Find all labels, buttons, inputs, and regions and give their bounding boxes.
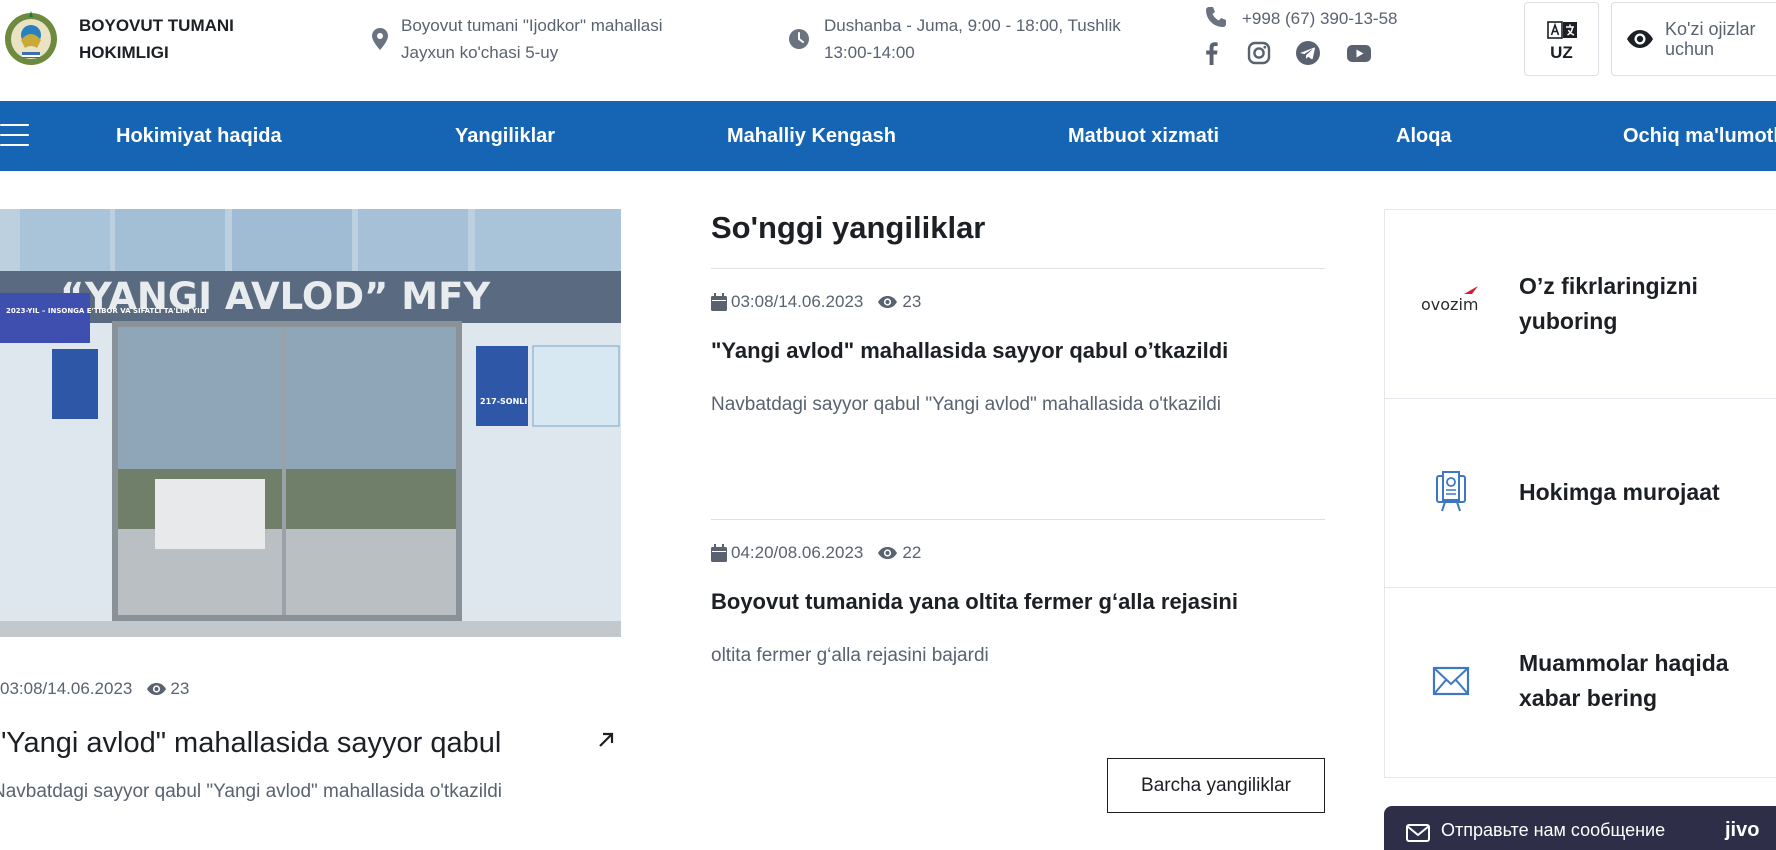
accessibility-label: Ko'zi ojizlar uchun — [1665, 19, 1756, 59]
organization-name: BOYOVUT TUMANI HOKIMLIGI — [79, 16, 234, 62]
news-meta: 03:08/14.06.2023 23 — [711, 292, 921, 312]
service-label: Muammolar haqida xabar bering — [1519, 650, 1729, 711]
news-description: Navbatdagi sayyor qabul "Yangi avlod" ma… — [711, 394, 1222, 415]
news-views: 23 — [902, 292, 922, 311]
plaque-text: 217-SONLI — [480, 397, 527, 406]
services-panel: ovozim O’z fikrlaringizni yuboring Hokim… — [1384, 209, 1776, 778]
eye-icon — [1627, 30, 1653, 48]
news-date: 03:08/14.06.2023 — [731, 292, 864, 311]
views-icon — [878, 296, 898, 308]
banner-text: 2023-YIL – INSONGA E'TIBOR VA SIFATLI TA… — [6, 307, 207, 315]
news-views: 22 — [902, 543, 922, 562]
news-date: 04:20/08.06.2023 — [731, 543, 864, 562]
news-title[interactable]: "Yangi avlod" mahallasida sayyor qabul o… — [711, 338, 1228, 364]
main-navigation: Hokimiyat haqida Yangiliklar Mahalliy Ke… — [0, 101, 1776, 171]
service-appeal-hokim[interactable]: Hokimga murojaat — [1385, 399, 1776, 588]
featured-news-title[interactable]: "Yangi avlod" mahallasida sayyor qabul — [0, 723, 556, 763]
arrow-up-right-icon[interactable] — [596, 730, 616, 750]
service-label: O’z fikrlaringizni yuboring — [1519, 273, 1698, 334]
address-text: Boyovut tumani "Ijodkor" mahallasi Jayxu… — [401, 16, 663, 62]
appeal-icon — [1436, 471, 1466, 512]
featured-news-image[interactable]: “YANGI AVLOD” MFY 2023-YIL – INSONGA E'T… — [0, 209, 621, 637]
news-title[interactable]: Boyovut tumanida yana oltita fermer g‘al… — [711, 589, 1238, 615]
nav-item-yangiliklar[interactable]: Yangiliklar — [455, 123, 555, 149]
chat-widget-label: Отправьте нам сообщение — [1441, 820, 1666, 840]
ovozim-logo: ovozim — [1421, 286, 1478, 314]
location-pin-icon — [372, 28, 388, 50]
service-label: Hokimga murojaat — [1519, 479, 1720, 505]
nav-item-aloqa[interactable]: Aloqa — [1396, 123, 1452, 149]
divider — [711, 268, 1325, 269]
featured-news-views: 23 — [170, 679, 190, 698]
news-meta: 04:20/08.06.2023 22 — [711, 543, 921, 563]
phone-number[interactable]: +998 (67) 390-13-58 — [1242, 7, 1397, 31]
news-description: oltita fermer g‘alla rejasini bajardi — [711, 645, 989, 666]
instagram-icon[interactable] — [1246, 40, 1272, 66]
translate-icon — [1547, 21, 1577, 39]
service-send-opinion[interactable]: ovozim O’z fikrlaringizni yuboring — [1385, 210, 1776, 399]
featured-news-meta: 03:08/14.06.2023 23 — [0, 679, 189, 699]
clock-icon — [789, 29, 809, 49]
language-switcher-button[interactable]: UZ — [1524, 2, 1599, 76]
site-header: BOYOVUT TUMANI HOKIMLIGI Boyovut tumani … — [0, 0, 1776, 101]
calendar-icon — [711, 293, 727, 311]
chat-widget[interactable]: Отправьте нам сообщение jivo — [1384, 806, 1776, 850]
divider — [711, 519, 1325, 520]
accessibility-button[interactable]: Ko'zi ojizlar uchun — [1611, 2, 1776, 76]
hamburger-menu-icon[interactable] — [0, 124, 30, 148]
facebook-icon[interactable] — [1199, 40, 1225, 66]
featured-news-date: 03:08/14.06.2023 — [0, 679, 133, 698]
calendar-icon — [711, 544, 727, 562]
views-icon — [147, 683, 167, 695]
all-news-button[interactable]: Barcha yangiliklar — [1107, 758, 1325, 813]
nav-item-hokimiyat-haqida[interactable]: Hokimiyat haqida — [116, 123, 282, 149]
service-report-problem[interactable]: Muammolar haqida xabar bering — [1385, 588, 1776, 777]
latest-news-heading: So'nggi yangiliklar — [711, 210, 986, 245]
state-emblem-logo[interactable] — [2, 8, 60, 68]
envelope-icon — [1432, 666, 1470, 696]
mail-icon — [1406, 824, 1430, 842]
ovozim-logo-text: ovozim — [1421, 295, 1478, 314]
nav-item-ochiq-malumotlar[interactable]: Ochiq ma'lumotlar — [1623, 123, 1776, 149]
youtube-icon[interactable] — [1346, 40, 1372, 66]
nav-item-matbuot-xizmati[interactable]: Matbuot xizmati — [1068, 123, 1219, 149]
featured-news-description: Navbatdagi sayyor qabul "Yangi avlod" ma… — [0, 781, 503, 802]
views-icon — [878, 547, 898, 559]
working-hours-text: Dushanba - Juma, 9:00 - 18:00, Tushlik 1… — [824, 16, 1121, 62]
nav-item-mahalliy-kengash[interactable]: Mahalliy Kengash — [727, 123, 896, 149]
phone-icon — [1206, 7, 1226, 27]
jivo-logo: jivo — [1725, 819, 1760, 841]
telegram-icon[interactable] — [1295, 40, 1321, 66]
language-label: UZ — [1550, 43, 1573, 62]
